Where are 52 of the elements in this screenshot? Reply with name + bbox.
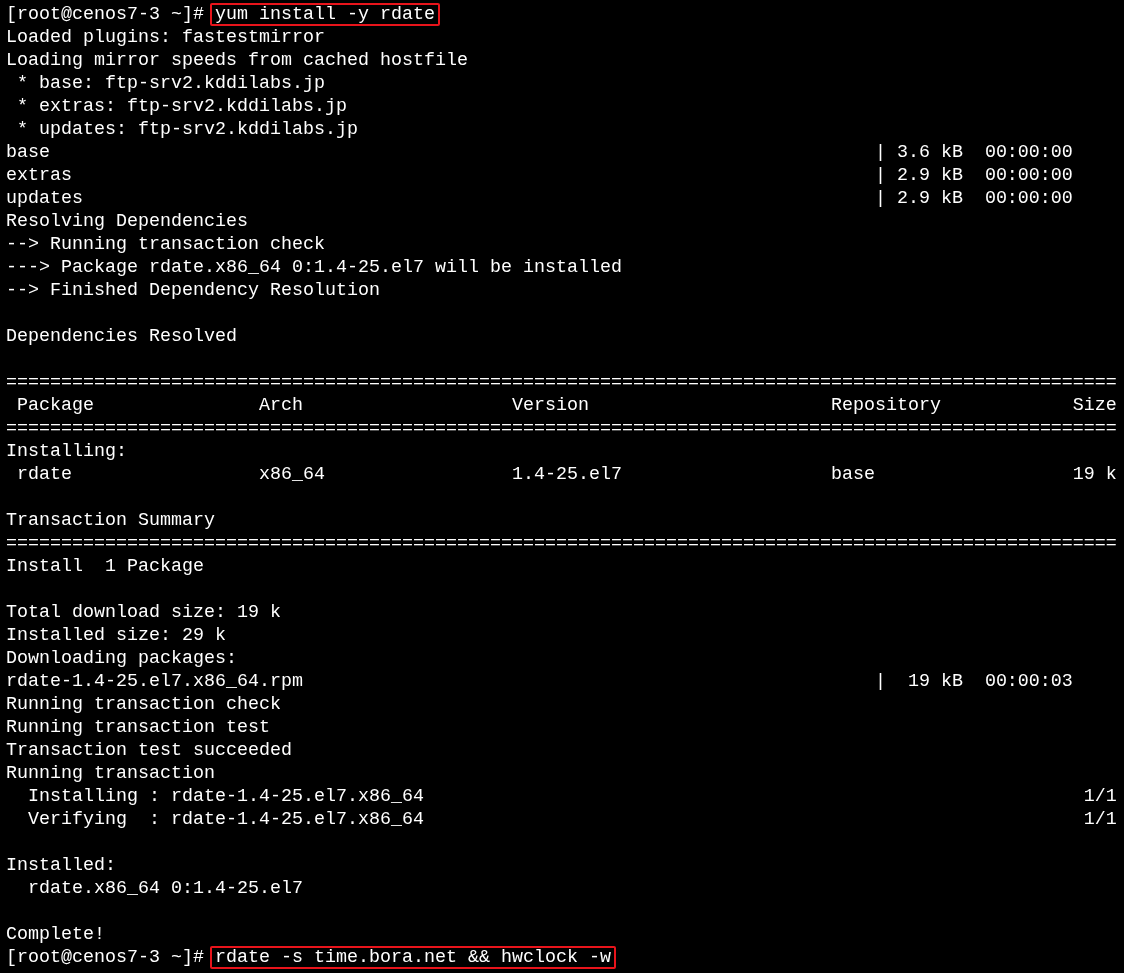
transfer-info: | 3.6 kB 00:00:00 (874, 141, 1074, 164)
output-text: Dependencies Resolved (6, 325, 237, 348)
output-text: Installed: (6, 854, 116, 877)
output-text: * extras: ftp-srv2.kddilabs.jp (16, 95, 347, 118)
column-header: Package (16, 394, 95, 417)
table-cell-text: 1.4-25.el7 (511, 463, 623, 486)
progress-count: 1/1 (1083, 785, 1117, 808)
output-text: Transaction test succeeded (6, 739, 292, 762)
table-cell-text: x86_64 (258, 463, 326, 486)
output-text: Total download size: 19 k (6, 601, 281, 624)
output-text: Running transaction check (6, 693, 281, 716)
output-text: --> Running transaction check (6, 233, 325, 256)
output-text: Installing: (6, 440, 127, 463)
output-text: Downloading packages: (6, 647, 237, 670)
column-header: Version (511, 394, 590, 417)
output-text: rdate-1.4-25.el7.x86_64.rpm (6, 670, 304, 693)
output-text: extras (6, 164, 73, 187)
separator-text: ===================================================================================================== (6, 417, 1117, 440)
output-text: Loaded plugins: fastestmirror (6, 26, 325, 49)
separator-text: ===================================================================================================== (6, 371, 1117, 394)
output-text: Running transaction test (6, 716, 270, 739)
output-text: Running transaction (6, 762, 215, 785)
output-text: Install 1 Package (6, 555, 204, 578)
command-text: yum install -y rdate (209, 3, 440, 26)
separator-text: ===================================================================================================== (6, 532, 1117, 555)
output-text: * updates: ftp-srv2.kddilabs.jp (16, 118, 358, 141)
output-text: Resolving Dependencies (6, 210, 248, 233)
progress-count: 1/1 (1083, 808, 1117, 831)
transfer-info: | 2.9 kB 00:00:00 (874, 187, 1074, 210)
shell-prompt: [root@cenos7-3 ~]# (6, 946, 204, 969)
output-text: updates (6, 187, 84, 210)
output-text: Loading mirror speeds from cached hostfile (6, 49, 468, 72)
shell-prompt: [root@cenos7-3 ~]# (6, 3, 204, 26)
column-header: Size (1072, 394, 1117, 417)
output-text: * base: ftp-srv2.kddilabs.jp (16, 72, 325, 95)
output-text: Transaction Summary (6, 509, 215, 532)
column-header: Repository (830, 394, 942, 417)
table-cell-text: base (830, 463, 876, 486)
table-cell-text: rdate (16, 463, 73, 486)
transfer-info: | 19 kB 00:00:03 (874, 670, 1074, 693)
output-text: Complete! (6, 923, 105, 946)
column-header: Arch (258, 394, 304, 417)
output-text: Installed size: 29 k (6, 624, 226, 647)
output-text: Verifying : rdate-1.4-25.el7.x86_64 (27, 808, 424, 831)
command-text: rdate -s time.bora.net && hwclock -w (209, 946, 616, 969)
transfer-info: | 2.9 kB 00:00:00 (874, 164, 1074, 187)
output-text: base (6, 141, 51, 164)
output-text: rdate.x86_64 0:1.4-25.el7 (27, 877, 303, 900)
table-cell: 19 k (1072, 463, 1117, 486)
output-text: ---> Package rdate.x86_64 0:1.4-25.el7 will be installed (6, 256, 622, 279)
output-text: Installing : rdate-1.4-25.el7.x86_64 (27, 785, 424, 808)
output-text: --> Finished Dependency Resolution (6, 279, 380, 302)
